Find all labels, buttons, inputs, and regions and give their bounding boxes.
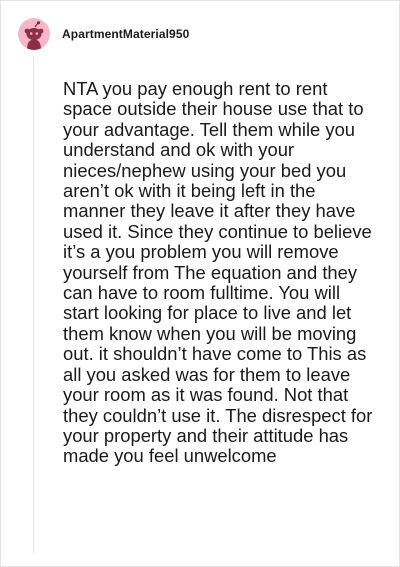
reddit-snoo-avatar-icon[interactable] xyxy=(18,18,50,50)
thread-line[interactable] xyxy=(33,57,34,553)
username[interactable]: ApartmentMaterial950 xyxy=(62,27,189,41)
comment-header: ApartmentMaterial950 xyxy=(18,18,189,50)
comment-text: NTA you pay enough rent to rent space ou… xyxy=(63,78,373,467)
comment-card: ApartmentMaterial950 NTA you pay enough … xyxy=(0,0,400,567)
